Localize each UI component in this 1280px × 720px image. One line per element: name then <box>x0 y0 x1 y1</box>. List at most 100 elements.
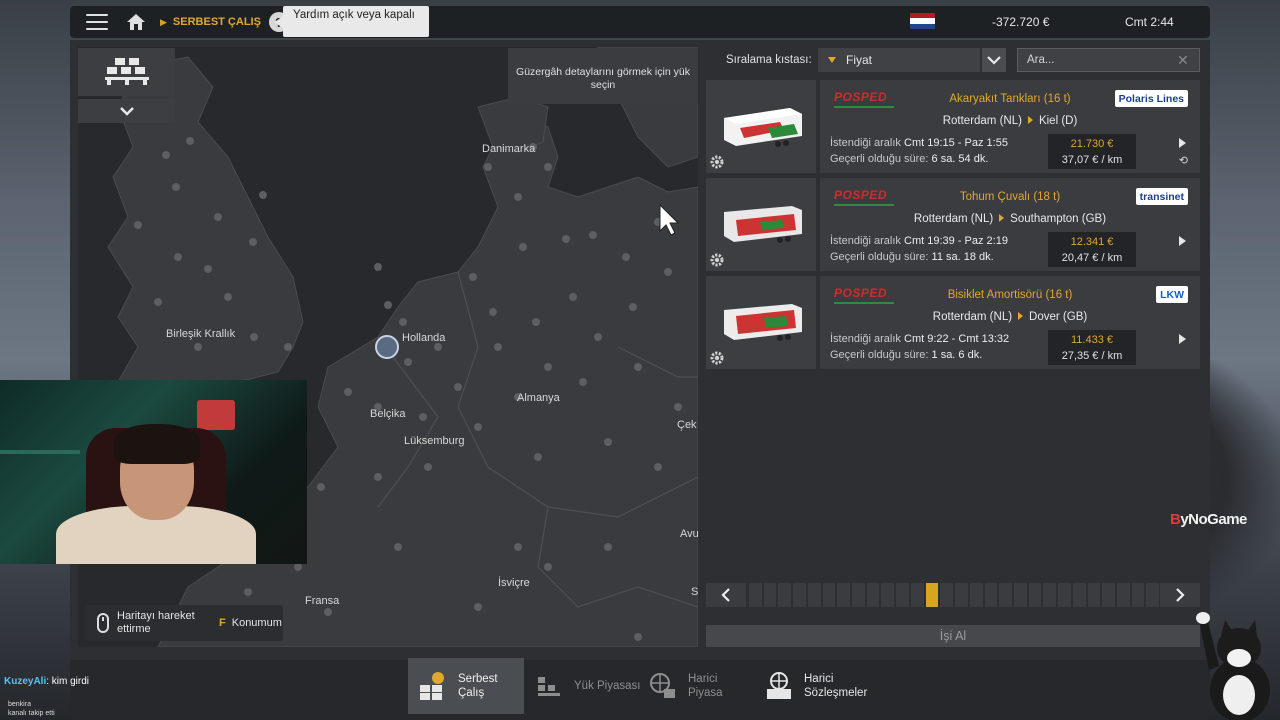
job-price: 12.341 € <box>1070 236 1114 248</box>
job-card[interactable]: POSPED Akaryakıt Tankları (16 t) Polaris… <box>706 80 1200 173</box>
page-dot[interactable] <box>984 583 998 607</box>
tab-label: Yük Piyasası <box>574 680 641 692</box>
sort-select[interactable]: Fiyat <box>818 48 980 72</box>
chevron-down-icon <box>119 107 134 116</box>
freelance-icon <box>420 672 444 700</box>
page-dot[interactable] <box>1116 583 1130 607</box>
page-dot[interactable] <box>1072 583 1086 607</box>
tab-external-market[interactable]: Harici Piyasa <box>648 658 748 714</box>
breadcrumb[interactable]: SERBEST ÇALIŞ <box>173 16 261 28</box>
take-job-button[interactable]: İşi Al <box>706 625 1200 647</box>
page-dot[interactable] <box>852 583 865 607</box>
page-dot[interactable] <box>910 583 924 607</box>
page-dot-active[interactable] <box>925 583 939 607</box>
validity-label: Geçerli olduğu süre: <box>830 153 929 165</box>
pallet-icon <box>104 58 149 85</box>
select-job-icon[interactable] <box>1179 138 1186 148</box>
page-dot[interactable] <box>1058 583 1071 607</box>
filter-expand-button[interactable] <box>78 99 175 123</box>
job-card[interactable]: POSPED Tohum Çuvalı (18 t) transinet Rot… <box>706 178 1200 271</box>
page-dot[interactable] <box>955 583 968 607</box>
validity: Geçerli olduğu süre: 6 sa. 54 dk. <box>830 153 988 165</box>
select-job-icon[interactable] <box>1179 334 1186 344</box>
job-card[interactable]: POSPED Bisiklet Amortisörü (16 t) LKW Ro… <box>706 276 1200 369</box>
sort-label: Sıralama kıstası: <box>726 54 812 66</box>
home-icon[interactable] <box>126 13 146 31</box>
validity-label: Geçerli olduğu süre: <box>830 251 929 263</box>
webcam-wall-sign <box>197 400 235 430</box>
tab-external-contracts[interactable]: Harici Sözleşmeler <box>764 658 884 714</box>
search-input[interactable] <box>1027 54 1177 66</box>
page-indicator[interactable] <box>749 583 1160 607</box>
map-label-germany: Almanya <box>517 392 560 404</box>
page-dot[interactable] <box>778 583 792 607</box>
brand-text: yNoGame <box>1180 511 1247 528</box>
map-label-netherlands: Hollanda <box>402 332 446 344</box>
validity-value: 6 sa. 54 dk. <box>931 153 989 165</box>
mouse-icon <box>97 613 109 633</box>
page-dot[interactable] <box>763 583 777 607</box>
map-label-austria: Avu <box>680 528 698 540</box>
page-dot[interactable] <box>1102 583 1115 607</box>
page-dot[interactable] <box>1013 583 1027 607</box>
page-dot[interactable] <box>866 583 880 607</box>
map-controls-hint: Haritayı hareket ettirme F Konumum <box>85 605 283 641</box>
validity: Geçerli olduğu süre: 11 sa. 18 dk. <box>830 251 994 263</box>
map-label-slovenia: S <box>691 586 698 598</box>
gear-icon <box>710 351 724 365</box>
chat-message: KuzeyAli: kim girdi <box>4 676 89 687</box>
menu-icon[interactable] <box>86 14 108 30</box>
webcam-shelf <box>0 450 80 454</box>
tab-label: Serbest Çalış <box>458 672 498 700</box>
flag-stripe-bottom <box>910 23 935 29</box>
page-dot[interactable] <box>940 583 954 607</box>
gear-icon <box>710 253 724 267</box>
page-dot[interactable] <box>896 583 909 607</box>
page-dot[interactable] <box>807 583 821 607</box>
map-label-belgium: Belçika <box>370 408 406 420</box>
page-dot[interactable] <box>1131 583 1145 607</box>
route-arrow-icon <box>1018 312 1024 320</box>
search-box[interactable]: ✕ <box>1017 48 1200 72</box>
destination: Southampton (GB) <box>1010 213 1107 225</box>
page-dot[interactable] <box>1146 583 1160 607</box>
my-location-label[interactable]: Konumum <box>232 617 282 629</box>
previous-page-button[interactable] <box>706 583 746 607</box>
external-market-icon <box>650 673 675 698</box>
page-dot[interactable] <box>837 583 851 607</box>
page-dot[interactable] <box>1087 583 1101 607</box>
cargo-filter-button[interactable] <box>78 48 175 96</box>
delivery-window-value: Cmt 9:22 - Cmt 13:32 <box>904 333 1010 345</box>
tab-cargo-market[interactable]: Yük Piyasası <box>534 658 644 714</box>
page-dot[interactable] <box>999 583 1012 607</box>
sort-value: Fiyat <box>846 53 873 67</box>
job-info: POSPED Bisiklet Amortisörü (16 t) LKW Ro… <box>820 276 1200 369</box>
price-per-km: 37,07 € / km <box>1061 154 1123 166</box>
page-dot[interactable] <box>1043 583 1057 607</box>
sort-dropdown-button[interactable] <box>982 48 1006 72</box>
player-location-icon <box>375 335 399 359</box>
page-dot[interactable] <box>749 583 762 607</box>
page-dot[interactable] <box>881 583 895 607</box>
clear-search-icon[interactable]: ✕ <box>1177 52 1189 69</box>
delivery-window: İstendiği aralık Cmt 19:39 - Paz 2:19 <box>830 235 1008 247</box>
gear-icon <box>710 155 724 169</box>
route-arrow-icon <box>1027 116 1033 124</box>
select-job-icon[interactable] <box>1179 236 1186 246</box>
page-dot[interactable] <box>1028 583 1042 607</box>
job-info: POSPED Tohum Çuvalı (18 t) transinet Rot… <box>820 178 1200 271</box>
delivery-window-value: Cmt 19:15 - Paz 1:55 <box>904 137 1008 149</box>
next-page-button[interactable] <box>1160 583 1200 607</box>
page-dot[interactable] <box>822 583 836 607</box>
delivery-window-value: Cmt 19:39 - Paz 2:19 <box>904 235 1008 247</box>
map-label-uk: Birleşik Krallık <box>166 328 236 340</box>
route: Rotterdam (NL) Kiel (D) <box>820 115 1200 127</box>
page-dot[interactable] <box>969 583 983 607</box>
stream-brand-logo: ByNoGame <box>1170 511 1247 528</box>
map-label-denmark: Danimarka <box>482 143 536 155</box>
page-dot[interactable] <box>793 583 806 607</box>
cat-overlay-icon <box>1196 612 1270 720</box>
map-label-luxembourg: Lüksemburg <box>404 435 465 447</box>
price-per-km: 20,47 € / km <box>1061 252 1123 264</box>
tab-freelance[interactable]: Serbest Çalış <box>408 658 524 714</box>
